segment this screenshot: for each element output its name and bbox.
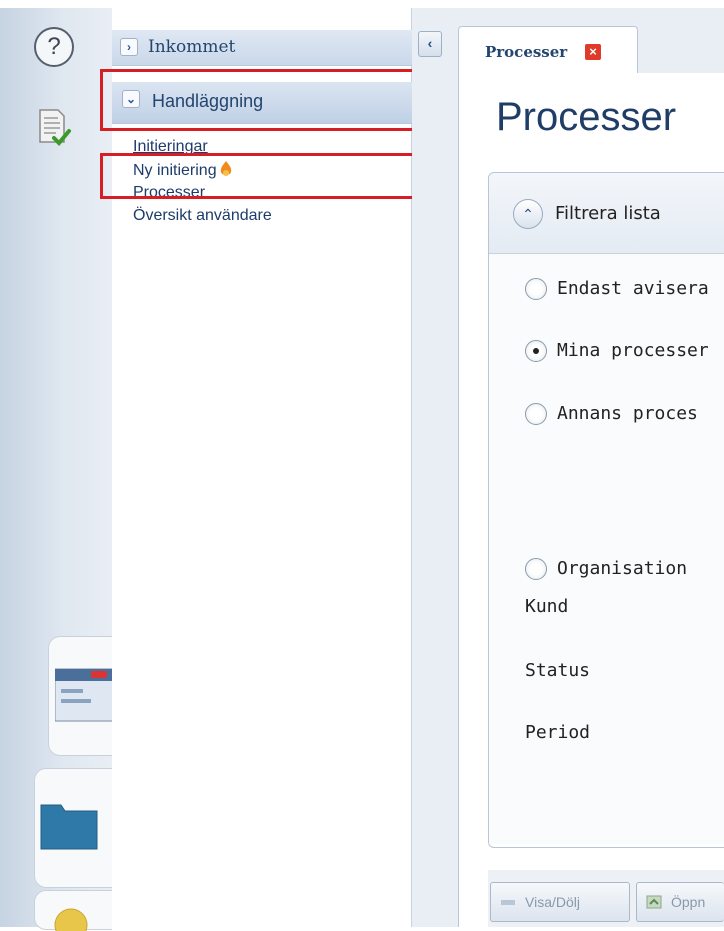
radio-button[interactable] (525, 403, 547, 425)
help-icon[interactable]: ? (34, 27, 74, 67)
collapse-nav-button[interactable]: ‹ (418, 31, 442, 57)
field-label-period: Period (525, 722, 591, 743)
button-label: Visa/Dölj (525, 894, 580, 910)
document-check-icon[interactable] (36, 108, 72, 148)
field-label-kund: Kund (525, 596, 569, 617)
page-title: Processer (496, 95, 677, 139)
nav-link-oversikt[interactable]: Översikt användare (133, 207, 272, 230)
radio-label: Annans proces (557, 403, 698, 424)
folder-tab[interactable] (34, 768, 112, 888)
circle-icon (54, 908, 88, 931)
radio-label: Organisation (557, 558, 688, 579)
window-icon (55, 668, 113, 722)
toggle-icon (501, 900, 515, 905)
circle-tab[interactable] (34, 890, 112, 931)
radio-label: Endast avisera (557, 278, 709, 299)
filter-toggle-label[interactable]: Filtrera lista (555, 203, 661, 224)
radio-label: Mina processer (557, 340, 709, 361)
highlight-box-section (100, 69, 422, 131)
tab-label: Processer (485, 43, 568, 61)
show-hide-button[interactable]: Visa/Dölj (490, 882, 630, 922)
folder-icon (40, 804, 98, 850)
chevron-right-icon: › (120, 38, 138, 56)
nav-section-inkommet[interactable]: › Inkommet (112, 30, 412, 66)
radio-button[interactable] (525, 278, 547, 300)
chevron-up-icon[interactable]: ⌃ (513, 199, 543, 229)
open-button[interactable]: Öppn (636, 882, 724, 922)
window-tab[interactable] (48, 636, 113, 756)
radio-button[interactable] (525, 340, 547, 362)
nav-section-label: Inkommet (148, 37, 236, 57)
button-label: Öppn (671, 894, 706, 910)
tab-processer[interactable]: Processer × (458, 26, 638, 74)
nav-panel: › Inkommet ⌄ Handläggning Initieringar N… (112, 8, 412, 927)
field-label-status: Status (525, 660, 591, 681)
close-icon[interactable]: × (585, 44, 601, 60)
radio-button[interactable] (525, 558, 547, 580)
highlight-box-link (100, 153, 422, 199)
open-icon (646, 895, 662, 909)
